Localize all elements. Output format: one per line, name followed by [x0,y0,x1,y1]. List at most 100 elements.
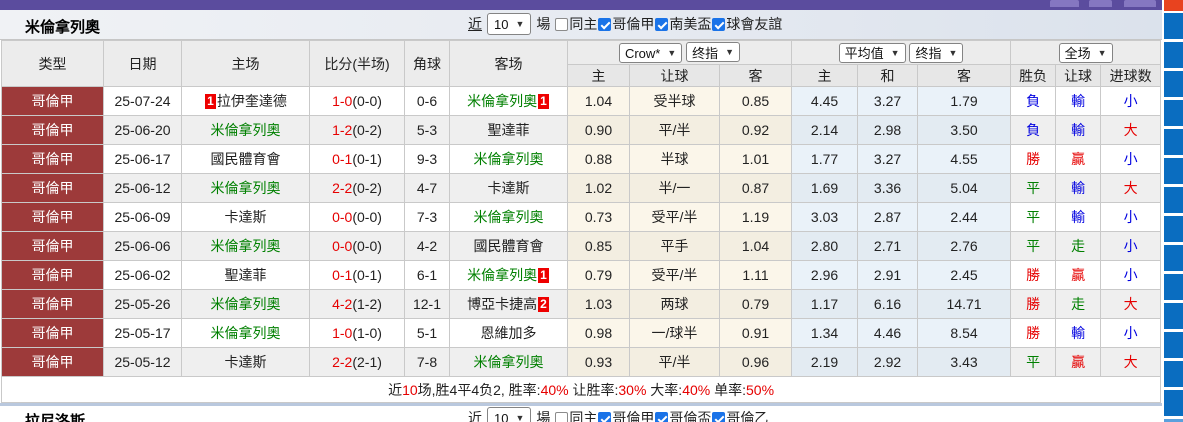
rail-block-blue[interactable] [1164,245,1183,271]
handicap-cell: 半球 [629,144,720,174]
rail-block-blue[interactable] [1164,274,1183,300]
goals-result-cell: 大 [1100,115,1162,145]
avg-draw-cell: 6.16 [857,289,919,319]
card-badge: 1 [205,94,216,109]
away-odds-cell: 1.11 [718,260,793,290]
away-odds-cell: 0.85 [718,86,793,116]
filter-checkbox-哥倫盃[interactable] [655,412,669,422]
rail-block-blue[interactable] [1164,332,1183,358]
avg-home-cell: 4.45 [791,86,859,116]
rail-block-blue[interactable] [1164,187,1183,213]
result-cell: 平 [1010,202,1057,232]
corner-cell: 4-7 [404,173,450,203]
avg-home-cell: 1.34 [791,318,859,348]
rail-block-blue[interactable] [1164,216,1183,242]
fulltime-score: 0-0 [332,209,353,225]
goals-result-cell: 大 [1100,289,1162,319]
score-cell: 0-1(0-1) [309,144,405,174]
final-index-select-1[interactable]: 终指 ▼ [686,42,741,62]
match-count-select[interactable]: 10 ▼ [487,407,532,422]
filter-checkbox-哥倫乙[interactable] [712,412,726,422]
scope-value: 全场 [1064,46,1091,61]
away-team-name: 米倫拿列奧 [467,267,538,283]
rail-block-blue[interactable] [1164,71,1183,97]
filter-label: 哥倫甲 [612,410,655,422]
rail-block-blue[interactable] [1164,100,1183,126]
date-cell: 25-05-12 [103,347,182,377]
handicap-cell: 受平/半 [629,202,720,232]
sub-header-avg-home: 主 [791,64,859,87]
odds-source-select[interactable]: Crow* ▼ [618,43,683,63]
home-team-cell: 米倫拿列奧 [181,289,310,319]
away-odds-cell: 0.87 [718,173,793,203]
odds-source-value: Crow* [624,45,661,61]
home-team-cell: 米倫拿列奧 [181,173,310,203]
scope-select[interactable]: 全场 ▼ [1058,42,1113,63]
avg-away-cell: 14.71 [917,289,1012,319]
corner-cell: 12-1 [404,289,450,319]
chevron-down-icon: ▼ [515,19,525,29]
away-team-name: 恩維加多 [480,325,537,341]
goals-result-cell: 小 [1100,144,1162,174]
corner-cell: 5-1 [404,318,450,348]
table-row: 哥倫甲 25-05-12 卡達斯 2-2(2-1) 7-8 米倫拿列奧 0.93 平/半 0.9… [1,347,1162,377]
section2-filter-group: 同主 哥倫甲 哥倫盃 哥倫乙 [555,408,769,422]
home-odds-cell: 0.90 [567,115,630,145]
sub-header-handicap-result: 让球 [1055,64,1102,87]
chevron-down-icon: ▼ [1097,47,1107,58]
rail-block-blue[interactable] [1164,390,1183,416]
score-cell: 1-0(1-0) [309,318,405,348]
score-cell: 0-0(0-0) [309,202,405,232]
filter-checkbox-球會友誼[interactable] [712,18,726,31]
score-cell: 2-2(0-2) [309,173,405,203]
fulltime-score: 1-0 [332,93,353,109]
rail-block-blue[interactable] [1164,158,1183,184]
summary-segment: 40% [682,381,711,398]
away-team-cell: 米倫拿列奧 [449,202,568,232]
scope-header: 全场 ▼ [1010,40,1162,65]
away-team-cell: 博亞卡捷高 2 [449,289,568,319]
filter-label: 同主 [569,410,598,422]
rail-block-blue[interactable] [1164,303,1183,329]
goals-result-cell: 小 [1100,318,1162,348]
filter-checkbox-同主[interactable] [555,18,569,31]
away-team-name: 米倫拿列奧 [473,209,544,225]
near-link[interactable]: 近 [468,14,482,34]
away-team-cell: 恩維加多 [449,318,568,348]
rail-block-blue[interactable] [1164,361,1183,387]
match-history-table: 类型 日期 主场 比分(半场) 角球 客场 Crow* ▼ 终指 ▼ 平均值 ▼ 终指… [0,40,1162,403]
away-team-cell: 米倫拿列奧 1 [449,86,568,116]
rail-block-blue[interactable] [1164,13,1183,39]
section2-controls: 近 10 ▼ 場 同主 哥倫甲 哥倫盃 哥倫乙 [468,407,769,422]
average-select[interactable]: 平均值 ▼ [838,42,906,63]
date-cell: 25-05-26 [103,289,182,319]
league-cell: 哥倫甲 [1,318,104,348]
filter-checkbox-哥倫甲[interactable] [598,412,612,422]
summary-segment: 近 [388,381,403,398]
summary-segment: 30% [618,381,647,398]
rail-block-blue[interactable] [1164,42,1183,68]
handicap-cell: 平/半 [629,115,720,145]
filter-checkbox-哥倫甲[interactable] [598,18,612,31]
away-team-name: 國民體育會 [473,238,544,254]
filter-checkbox-同主[interactable] [555,412,569,422]
home-odds-cell: 0.98 [567,318,630,348]
rail-block-blue[interactable] [1164,129,1183,155]
card-badge: 2 [538,297,549,312]
near-link[interactable]: 近 [468,408,482,422]
col-header-date: 日期 [103,40,182,87]
col-header-home: 主场 [181,40,310,87]
filter-checkbox-南美盃[interactable] [655,18,669,31]
summary-segment: 10 [402,381,418,398]
avg-home-cell: 1.69 [791,173,859,203]
sub-header-avg-away: 客 [917,64,1012,87]
date-cell: 25-06-06 [103,231,182,261]
chevron-down-icon: ▼ [667,48,677,58]
handicap-result-cell: 贏 [1055,347,1102,377]
final-index-select-2[interactable]: 终指 ▼ [909,42,964,63]
score-cell: 4-2(1-2) [309,289,405,319]
chevron-down-icon: ▼ [515,413,525,422]
handicap-result-cell: 輸 [1055,318,1102,348]
away-team-cell: 米倫拿列奧 [449,144,568,174]
match-count-select[interactable]: 10 ▼ [487,13,532,35]
